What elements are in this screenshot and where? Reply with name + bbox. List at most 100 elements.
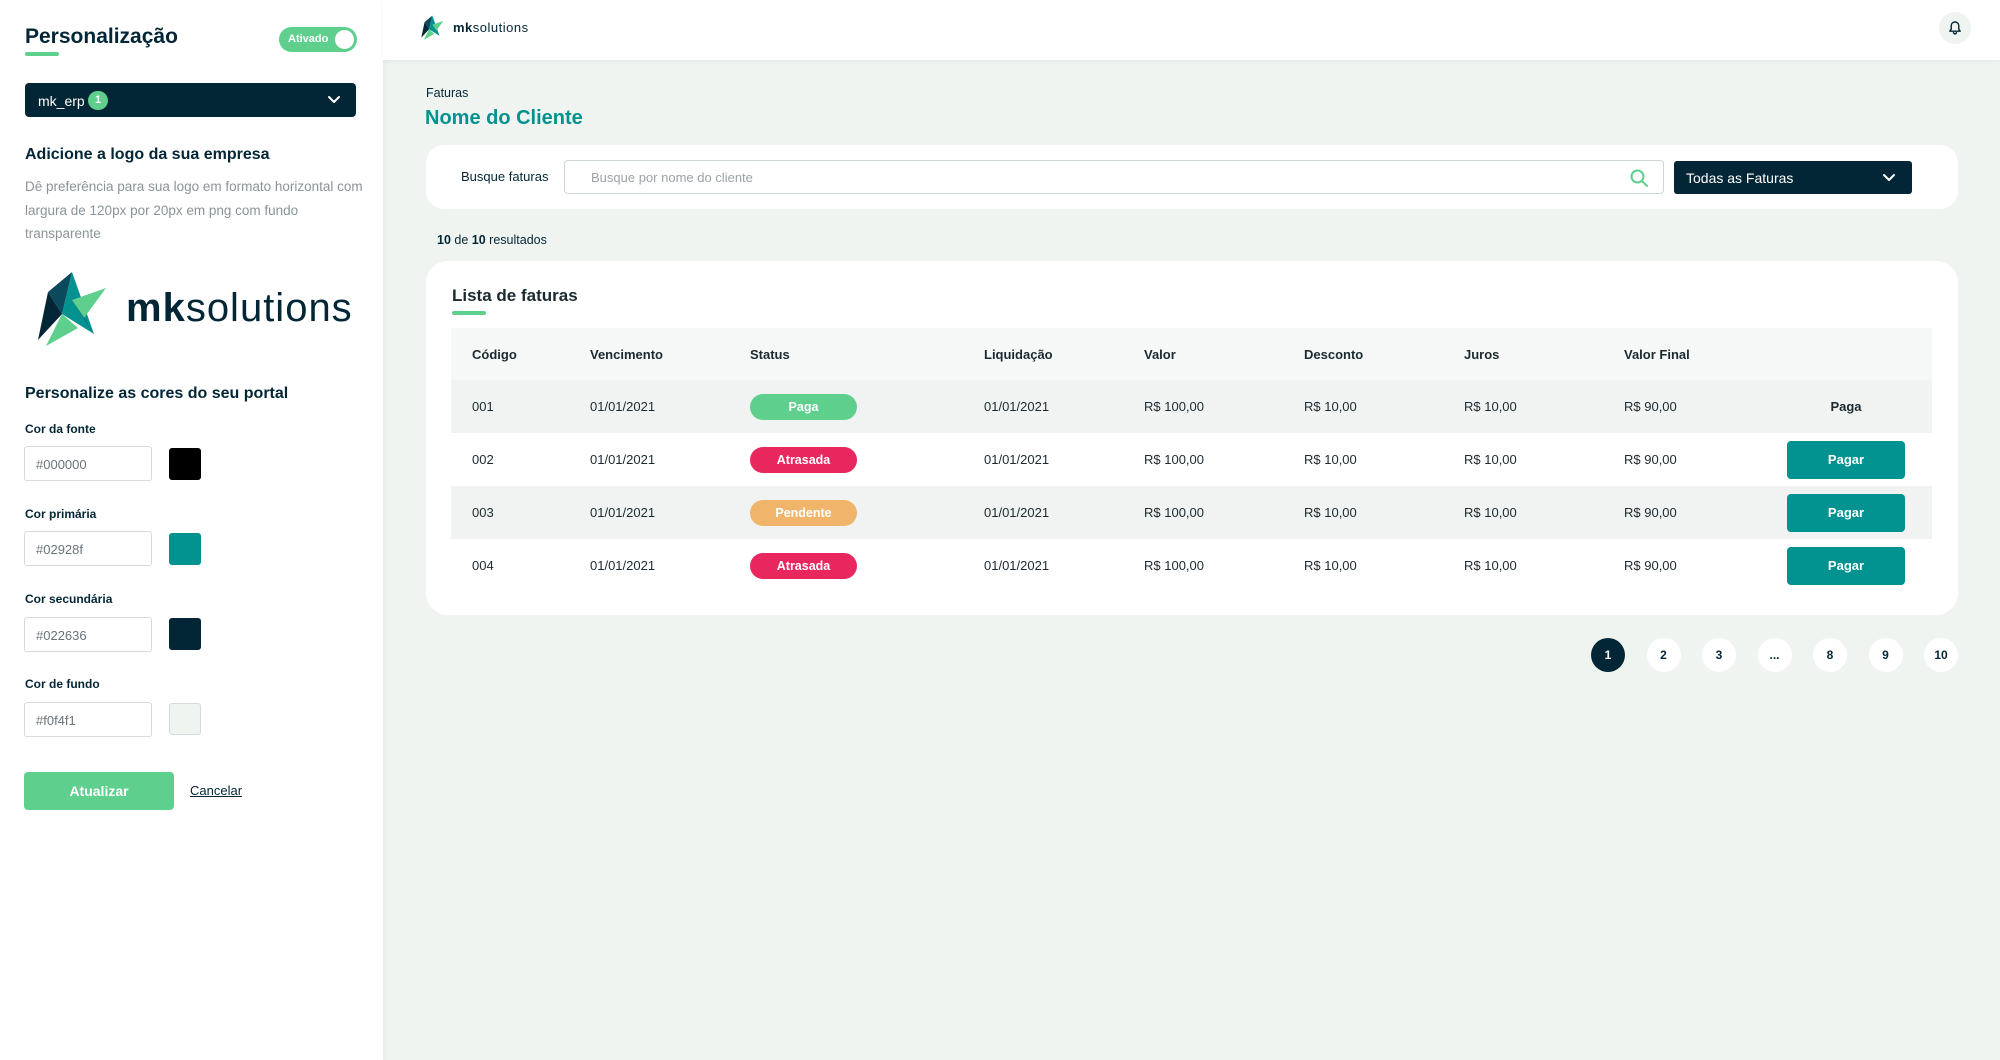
pay-button[interactable]: Pagar [1787, 546, 1905, 585]
logo-preview-text: mksolutions [126, 286, 353, 330]
status-cell: Pendente [750, 486, 857, 539]
action-cell: Pagar [1787, 539, 1905, 592]
font-color-input[interactable]: #000000 [24, 446, 152, 481]
paid-status-text: Paga [1830, 399, 1862, 414]
due-date: 01/01/2021 [590, 452, 656, 467]
search-placeholder: Busque por nome do cliente [591, 170, 753, 185]
secondary-color-label: Cor secundária [25, 592, 113, 606]
status-cell: Atrasada [750, 539, 857, 592]
search-card: Busque faturas Busque por nome do client… [426, 145, 1958, 209]
organization-select[interactable]: mk_erp 1 [25, 83, 356, 117]
interest-value: R$ 10,00 [1464, 399, 1517, 414]
action-cell: Paga [1787, 380, 1905, 433]
status-badge: Atrasada [750, 446, 857, 473]
logo-upload-help-text: Dê preferência para sua logo em formato … [25, 179, 363, 241]
page-button-9[interactable]: 9 [1868, 638, 1903, 672]
final-value: R$ 90,00 [1624, 505, 1677, 520]
organization-count-badge: 1 [88, 91, 108, 110]
secondary-color-swatch[interactable] [169, 618, 201, 650]
results-count: 10 de 10 resultados [437, 233, 547, 247]
column-header-final-value: Valor Final [1624, 346, 1690, 362]
table-row: 002 01/01/2021 01/01/2021 R$ 100,00 R$ 10,00… [451, 433, 1932, 486]
settlement-date: 01/01/2021 [984, 399, 1050, 414]
page-button-8[interactable]: 8 [1813, 638, 1847, 672]
mk-logo-mark-icon [38, 272, 106, 346]
page-ellipsis: ... [1757, 638, 1792, 672]
background-color-swatch[interactable] [169, 703, 201, 735]
background-color-input[interactable]: #f0f4f1 [24, 702, 152, 737]
interest-value: R$ 10,00 [1464, 505, 1517, 520]
table-row: 004 01/01/2021 01/01/2021 R$ 100,00 R$ 10,00… [451, 539, 1932, 592]
logo-upload-heading: Adicione a logo da sua empresa [25, 146, 270, 163]
title-underline [25, 52, 59, 56]
secondary-color-input[interactable]: #022636 [24, 617, 152, 652]
bell-icon [1949, 21, 1961, 35]
primary-color-swatch[interactable] [169, 533, 201, 565]
search-icon[interactable] [1629, 168, 1649, 188]
cancel-link[interactable]: Cancelar [190, 783, 242, 798]
page-button-1[interactable]: 1 [1591, 638, 1625, 672]
column-header-value: Valor [1144, 346, 1176, 362]
update-button[interactable]: Atualizar [24, 772, 174, 810]
invoice-list-title: Lista de faturas [452, 286, 578, 305]
final-value: R$ 90,00 [1624, 452, 1677, 467]
pay-button[interactable]: Pagar [1787, 440, 1905, 479]
interest-value: R$ 10,00 [1464, 558, 1517, 573]
customization-sidebar: Personalização Ativado mk_erp 1 Adicione… [0, 0, 383, 1060]
font-color-label: Cor da fonte [25, 422, 96, 436]
page-button-2[interactable]: 2 [1646, 638, 1681, 672]
action-cell: Pagar [1787, 433, 1905, 486]
table-row: 001 01/01/2021 01/01/2021 R$ 100,00 R$ 10,00… [451, 380, 1932, 433]
invoice-value: R$ 100,00 [1144, 505, 1204, 520]
notifications-button[interactable] [1939, 12, 1971, 44]
status-cell: Paga [750, 380, 857, 433]
column-header-status: Status [750, 346, 790, 362]
chevron-down-icon [1883, 174, 1895, 181]
title-underline [452, 311, 486, 315]
discount-value: R$ 10,00 [1304, 399, 1357, 414]
pay-button[interactable]: Pagar [1787, 493, 1905, 532]
invoice-code: 004 [472, 558, 494, 573]
invoice-code: 002 [472, 452, 494, 467]
due-date: 01/01/2021 [590, 399, 656, 414]
discount-value: R$ 10,00 [1304, 505, 1357, 520]
background-color-label: Cor de fundo [25, 677, 100, 691]
search-label: Busque faturas [461, 169, 549, 184]
invoice-filter-select[interactable]: Todas as Faturas [1674, 161, 1912, 194]
breadcrumb[interactable]: Faturas [426, 86, 468, 100]
invoice-value: R$ 100,00 [1144, 452, 1204, 467]
brand-logo-text[interactable]: mksolutions [453, 20, 529, 35]
primary-color-input[interactable]: #02928f [24, 531, 152, 566]
invoice-value: R$ 100,00 [1144, 558, 1204, 573]
mk-logo-mark-icon[interactable] [417, 15, 447, 41]
due-date: 01/01/2021 [590, 505, 656, 520]
final-value: R$ 90,00 [1624, 399, 1677, 414]
toggle-label: Ativado [288, 33, 329, 45]
status-badge: Atrasada [750, 552, 857, 579]
settlement-date: 01/01/2021 [984, 452, 1050, 467]
search-input[interactable]: Busque por nome do cliente [564, 160, 1664, 194]
chevron-down-icon [328, 96, 340, 103]
status-badge: Pendente [750, 499, 857, 526]
page-button-10[interactable]: 10 [1924, 638, 1958, 672]
settlement-date: 01/01/2021 [984, 558, 1050, 573]
logo-preview[interactable]: mksolutions [32, 270, 352, 350]
status-cell: Atrasada [750, 433, 857, 486]
page-button-3[interactable]: 3 [1702, 638, 1736, 672]
top-bar: mksolutions [383, 0, 2000, 60]
sidebar-title: Personalização [25, 25, 178, 48]
column-header-settlement: Liquidação [984, 346, 1053, 362]
table-header: Código Vencimento Status Liquidação Valo… [451, 328, 1932, 380]
invoice-table: Código Vencimento Status Liquidação Valo… [451, 328, 1932, 592]
customization-toggle[interactable]: Ativado [279, 27, 357, 52]
page-title: Nome do Cliente [425, 107, 583, 129]
settlement-date: 01/01/2021 [984, 505, 1050, 520]
discount-value: R$ 10,00 [1304, 452, 1357, 467]
column-header-discount: Desconto [1304, 346, 1364, 362]
invoice-code: 001 [472, 399, 494, 414]
invoice-list-card: Lista de faturas Código Vencimento Statu… [426, 261, 1958, 615]
font-color-swatch[interactable] [169, 448, 201, 480]
interest-value: R$ 10,00 [1464, 452, 1517, 467]
due-date: 01/01/2021 [590, 558, 656, 573]
toggle-knob [335, 30, 354, 49]
